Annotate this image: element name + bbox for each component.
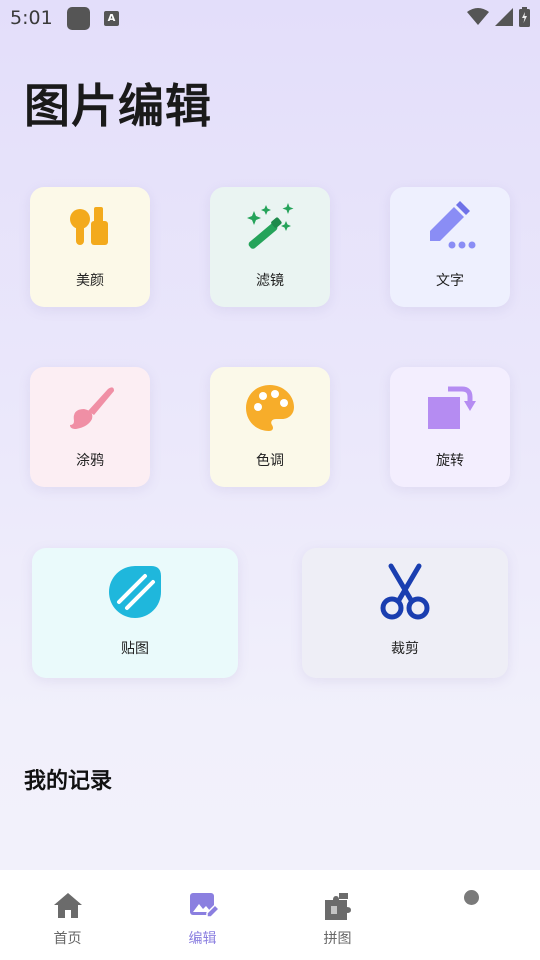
status-time: 5:01 [10,7,53,29]
home-icon [53,893,82,918]
tool-card-text[interactable]: 文字 [390,187,510,307]
tool-card-rotate[interactable]: 旋转 [390,367,510,487]
nav-label: 拼图 [323,931,352,947]
bottom-nav: 首页 编辑 拼图 [0,870,540,960]
tool-label: 美颜 [76,273,104,289]
tool-label: 裁剪 [391,641,419,657]
tool-label: 滤镜 [256,273,284,289]
puzzle-icon [324,893,351,920]
magic-wand-icon [247,203,294,249]
tool-card-filter[interactable]: 滤镜 [210,187,330,307]
signal-icon [495,8,513,26]
pencil-icon [430,201,476,249]
wifi-icon [467,8,489,25]
status-bar: 5:01 A [0,0,540,36]
nav-item-collage[interactable]: 拼图 [270,870,405,960]
sticker-icon [109,566,161,618]
beauty-icon [70,207,108,245]
rotate-icon [428,386,476,429]
page-title: 图片编辑 [24,79,212,133]
scissors-icon [380,563,430,620]
nav-label: 首页 [53,931,82,947]
tool-label: 文字 [436,273,464,289]
battery-icon [519,7,530,27]
tool-card-sticker[interactable]: 贴图 [32,548,238,678]
tool-card-doodle[interactable]: 涂鸦 [30,367,150,487]
brush-icon [70,387,114,429]
nav-item-edit[interactable]: 编辑 [135,870,270,960]
app-notification-icon [67,7,90,30]
palette-icon [246,385,294,431]
edit-image-icon [189,893,219,918]
tool-label: 涂鸦 [76,453,104,469]
status-icons [467,7,530,27]
nav-label: 编辑 [188,931,217,947]
a-icon: A [104,11,119,26]
tool-label: 贴图 [121,641,149,657]
tool-label: 色调 [256,453,284,469]
nav-item-home[interactable]: 首页 [0,870,135,960]
tool-card-tone[interactable]: 色调 [210,367,330,487]
records-title: 我的记录 [24,769,113,794]
floating-dot-icon[interactable] [464,890,479,905]
tool-card-beauty[interactable]: 美颜 [30,187,150,307]
tool-label: 旋转 [436,453,464,469]
tool-card-crop[interactable]: 裁剪 [302,548,508,678]
